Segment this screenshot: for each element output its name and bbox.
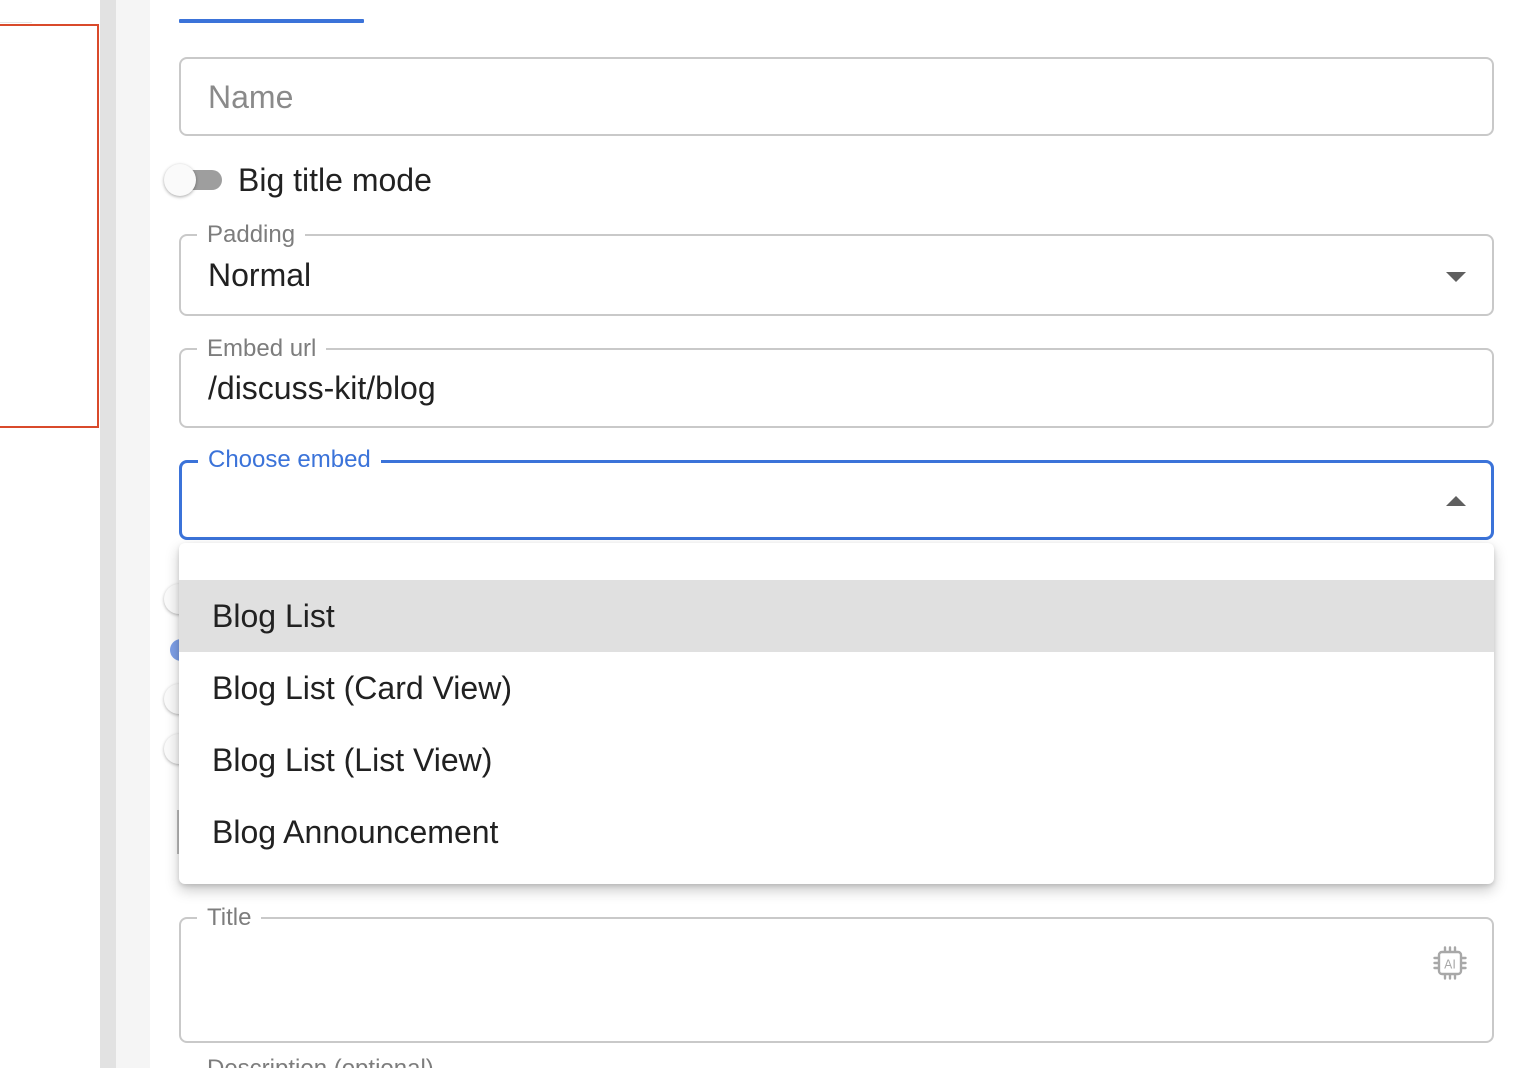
choose-embed-select[interactable]: Choose embed (179, 447, 1494, 540)
block-settings-panel: Name Big title mode Padding Normal Embed… (150, 0, 1520, 1068)
preview-divider (0, 22, 32, 23)
big-title-label: Big title mode (238, 161, 432, 198)
big-title-switch[interactable] (164, 162, 222, 198)
description-label: Description (optional) (207, 1056, 434, 1068)
chevron-down-icon[interactable] (1446, 272, 1466, 282)
menu-item-blog-list-card-view[interactable]: Blog List (Card View) (179, 652, 1494, 724)
panel-gutter (116, 0, 150, 1068)
embed-url-label: Embed url (197, 336, 327, 362)
name-field[interactable]: Name (179, 57, 1494, 136)
switch-thumb[interactable] (164, 164, 196, 196)
embed-url-value: /discuss-kit/blog (208, 370, 436, 406)
padding-select[interactable]: Padding Normal (179, 222, 1494, 316)
big-title-toggle-row[interactable]: Big title mode (164, 160, 432, 200)
chevron-up-icon[interactable] (1446, 496, 1466, 506)
padding-value: Normal (208, 257, 312, 293)
choose-embed-label: Choose embed (198, 447, 381, 473)
page-preview[interactable] (0, 0, 100, 1068)
title-field[interactable]: Title AI (179, 905, 1494, 1043)
svg-text:AI: AI (1444, 958, 1456, 972)
menu-item-blog-list-list-view[interactable]: Blog List (List View) (179, 724, 1494, 796)
name-placeholder: Name (208, 79, 294, 115)
padding-label: Padding (197, 222, 306, 248)
menu-item-blog-announcement[interactable]: Blog Announcement (179, 796, 1494, 868)
panel-resize-handle[interactable] (100, 0, 116, 1068)
menu-item-blog-list[interactable]: Blog List (179, 580, 1494, 652)
embed-options-menu: Blog List Blog List (Card View) Blog Lis… (179, 543, 1494, 884)
active-tab-indicator (179, 19, 364, 23)
title-label: Title (197, 905, 262, 931)
selected-block-outline[interactable] (0, 24, 99, 428)
editor-canvas: Name Big title mode Padding Normal Embed… (0, 0, 1520, 1068)
embed-url-field[interactable]: Embed url /discuss-kit/blog (179, 336, 1494, 428)
ai-chip-icon[interactable]: AI (1432, 945, 1468, 981)
